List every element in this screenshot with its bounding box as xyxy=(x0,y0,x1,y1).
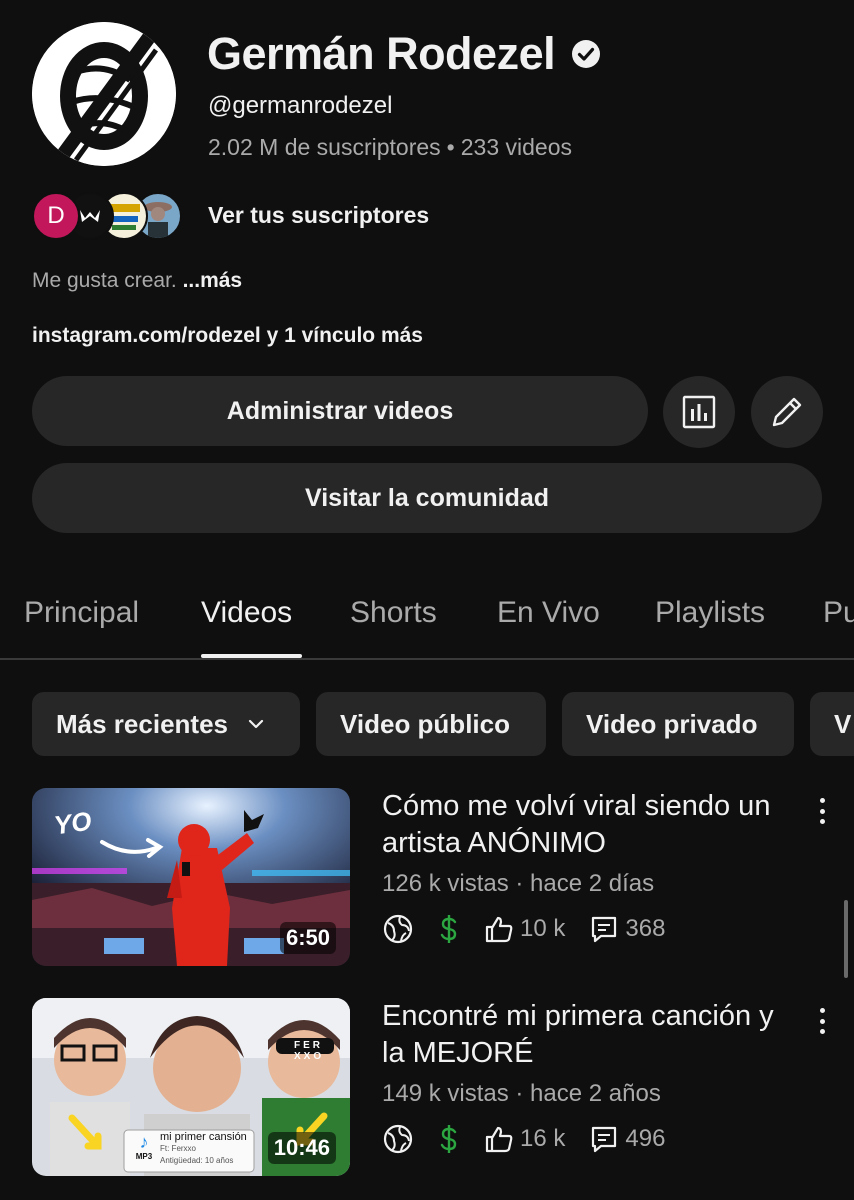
pencil-icon xyxy=(772,397,802,427)
manage-videos-button[interactable]: Administrar videos xyxy=(32,376,648,446)
analytics-icon xyxy=(682,395,716,429)
video-thumbnail[interactable]: YO 6:50 xyxy=(32,788,350,966)
tab-principal[interactable]: Principal xyxy=(24,596,139,630)
dollar-icon xyxy=(440,915,457,943)
comments-count: 496 xyxy=(625,1125,666,1152)
monetization-status xyxy=(438,1123,460,1155)
channel-logo-icon xyxy=(32,22,176,166)
description-text: Me gusta crear. xyxy=(32,269,177,292)
comments-stat: 496 xyxy=(589,1124,665,1154)
song-file-card: mi primer cansión Ft: Ferxxo Antigüedad:… xyxy=(160,1131,247,1167)
channel-tabs: Principal Videos Shorts En Vivo Playlist… xyxy=(0,580,854,660)
video-meta: 126 k vistas · hace 2 días xyxy=(382,870,655,897)
dollar-icon xyxy=(440,1125,457,1153)
video-title[interactable]: Cómo me volví viral siendo un artista AN… xyxy=(382,788,802,862)
channel-name: Germán Rodezel xyxy=(207,28,601,80)
visibility-status xyxy=(382,1123,414,1155)
stats-separator: • xyxy=(446,134,455,160)
comments-count: 368 xyxy=(625,915,666,942)
subscriber-avatar: D xyxy=(32,192,80,240)
channel-title: Germán Rodezel xyxy=(207,28,556,79)
thumbs-up-icon xyxy=(485,1126,513,1153)
visit-community-button[interactable]: Visitar la comunidad xyxy=(32,463,822,533)
edit-channel-button[interactable] xyxy=(751,376,823,448)
tab-en-vivo[interactable]: En Vivo xyxy=(497,596,600,630)
video-meta: 149 k vistas · hace 2 años xyxy=(382,1080,661,1107)
likes-count: 10 k xyxy=(520,915,566,942)
video-item[interactable]: YO 6:50 Cómo me volví viral siendo un ar… xyxy=(32,788,854,968)
sort-dropdown[interactable]: Más recientes xyxy=(32,692,300,756)
thumbnail-arrow-icon xyxy=(100,838,164,858)
globe-icon xyxy=(383,914,413,944)
mp3-label: MP3 xyxy=(135,1152,153,1161)
chevron-down-icon xyxy=(248,719,264,729)
description-more-link[interactable]: ...más xyxy=(183,269,243,292)
verified-badge-icon xyxy=(572,40,601,68)
view-subscribers-link[interactable]: Ver tus suscriptores xyxy=(208,202,429,229)
filter-chip-partial[interactable]: V xyxy=(810,692,854,756)
video-thumbnail[interactable]: FER XXO ♪ MP3 mi primer cansión Ft: Ferx… xyxy=(32,998,350,1176)
sort-label: Más recientes xyxy=(56,708,228,739)
tab-playlists[interactable]: Playlists xyxy=(655,596,765,630)
channel-description[interactable]: Me gusta crear. ...más xyxy=(32,269,242,293)
subscriber-avatar-initial: D xyxy=(47,202,65,229)
thumbnail-caption: YO xyxy=(52,805,94,841)
active-tab-indicator xyxy=(201,654,302,658)
video-duration: 6:50 xyxy=(279,922,336,954)
song-file-artist: Ft: Ferxxo xyxy=(160,1144,197,1153)
scrollbar[interactable] xyxy=(844,900,848,978)
comments-stat: 368 xyxy=(589,914,665,944)
more-options-icon[interactable] xyxy=(812,794,832,828)
tab-shorts[interactable]: Shorts xyxy=(350,596,437,630)
subscriber-logo-icon xyxy=(80,210,100,222)
mp3-file-badge: ♪ MP3 xyxy=(130,1132,158,1168)
channel-stats: 2.02 M de suscriptores • 233 videos xyxy=(208,134,572,161)
filter-chip-private[interactable]: Video privado xyxy=(562,692,794,756)
globe-icon xyxy=(383,1124,413,1154)
analytics-button[interactable] xyxy=(663,376,735,448)
tab-videos[interactable]: Videos xyxy=(201,596,292,630)
subscriber-avatars[interactable]: D xyxy=(32,191,182,241)
likes-count: 16 k xyxy=(520,1125,566,1152)
video-item[interactable]: FER XXO ♪ MP3 mi primer cansión Ft: Ferx… xyxy=(32,998,854,1178)
subscriber-count: 2.02 M de suscriptores xyxy=(208,134,441,160)
glasses-text: FER XXO xyxy=(294,1040,325,1062)
thumbs-up-icon xyxy=(485,916,513,943)
music-note-icon: ♪ xyxy=(139,1132,149,1152)
monetization-status xyxy=(438,913,460,945)
video-count: 233 videos xyxy=(460,134,572,160)
channel-handle: @germanrodezel xyxy=(208,92,393,119)
video-status-row: 10 k 368 xyxy=(382,912,689,946)
likes-stat: 16 k xyxy=(484,1124,565,1154)
song-file-age: Antigüedad: 10 años xyxy=(160,1156,234,1165)
filter-chip-public[interactable]: Video público xyxy=(316,692,546,756)
channel-links[interactable]: instagram.com/rodezel y 1 vínculo más xyxy=(32,324,423,348)
visibility-status xyxy=(382,913,414,945)
video-title[interactable]: Encontré mi primera canción y la MEJORÉ xyxy=(382,998,802,1072)
channel-avatar[interactable] xyxy=(32,22,176,166)
comment-icon xyxy=(592,916,617,943)
song-file-name: mi primer cansión xyxy=(160,1131,247,1143)
tab-partial[interactable]: Pu xyxy=(823,596,854,630)
more-options-icon[interactable] xyxy=(812,1004,832,1038)
likes-stat: 10 k xyxy=(484,914,565,944)
video-status-row: 16 k 496 xyxy=(382,1122,689,1156)
video-duration: 10:46 xyxy=(267,1132,336,1164)
comment-icon xyxy=(592,1126,617,1153)
